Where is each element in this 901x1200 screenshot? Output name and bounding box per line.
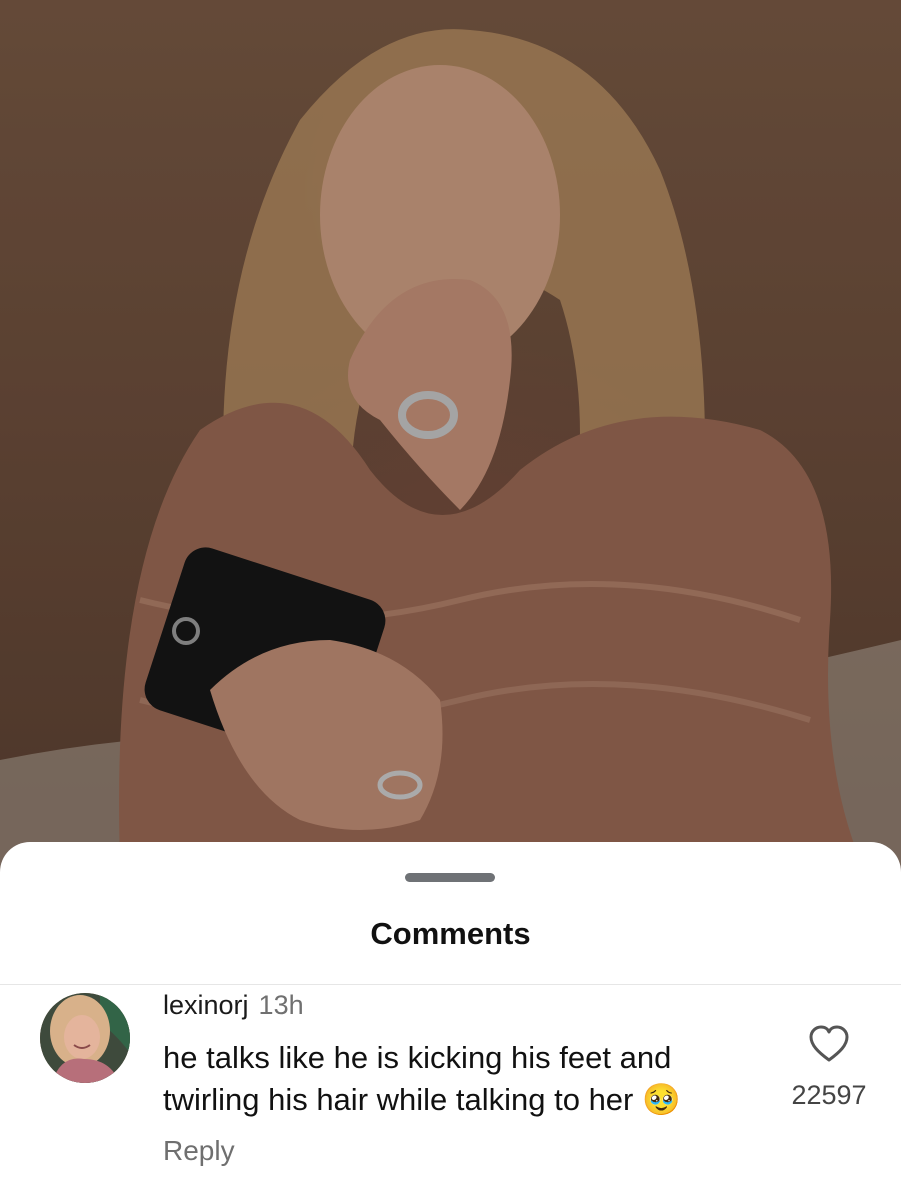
comment-item: lexinorj 13h he talks like he is kicking … — [0, 985, 901, 1200]
reply-button[interactable]: Reply — [163, 1135, 235, 1167]
video-frame[interactable] — [0, 0, 901, 880]
video-scene — [0, 0, 901, 880]
comment-timestamp: 13h — [258, 990, 304, 1020]
screen: Comments lexinorj 13h he talks like he is… — [0, 0, 901, 1200]
sheet-title: Comments — [370, 916, 531, 951]
sheet-drag-handle[interactable] — [405, 873, 495, 882]
user-avatar[interactable] — [40, 993, 130, 1083]
comment-username[interactable]: lexinorj — [163, 990, 249, 1020]
like-count: 22597 — [791, 1080, 867, 1110]
comments-sheet: Comments lexinorj 13h he talks like he is… — [0, 842, 901, 1200]
avatar-image — [40, 993, 130, 1083]
comment-header: lexinorj 13h — [163, 990, 304, 1021]
heart-outline-icon[interactable] — [808, 1025, 850, 1063]
comment-text: he talks like he is kicking his feet and… — [163, 1040, 681, 1117]
